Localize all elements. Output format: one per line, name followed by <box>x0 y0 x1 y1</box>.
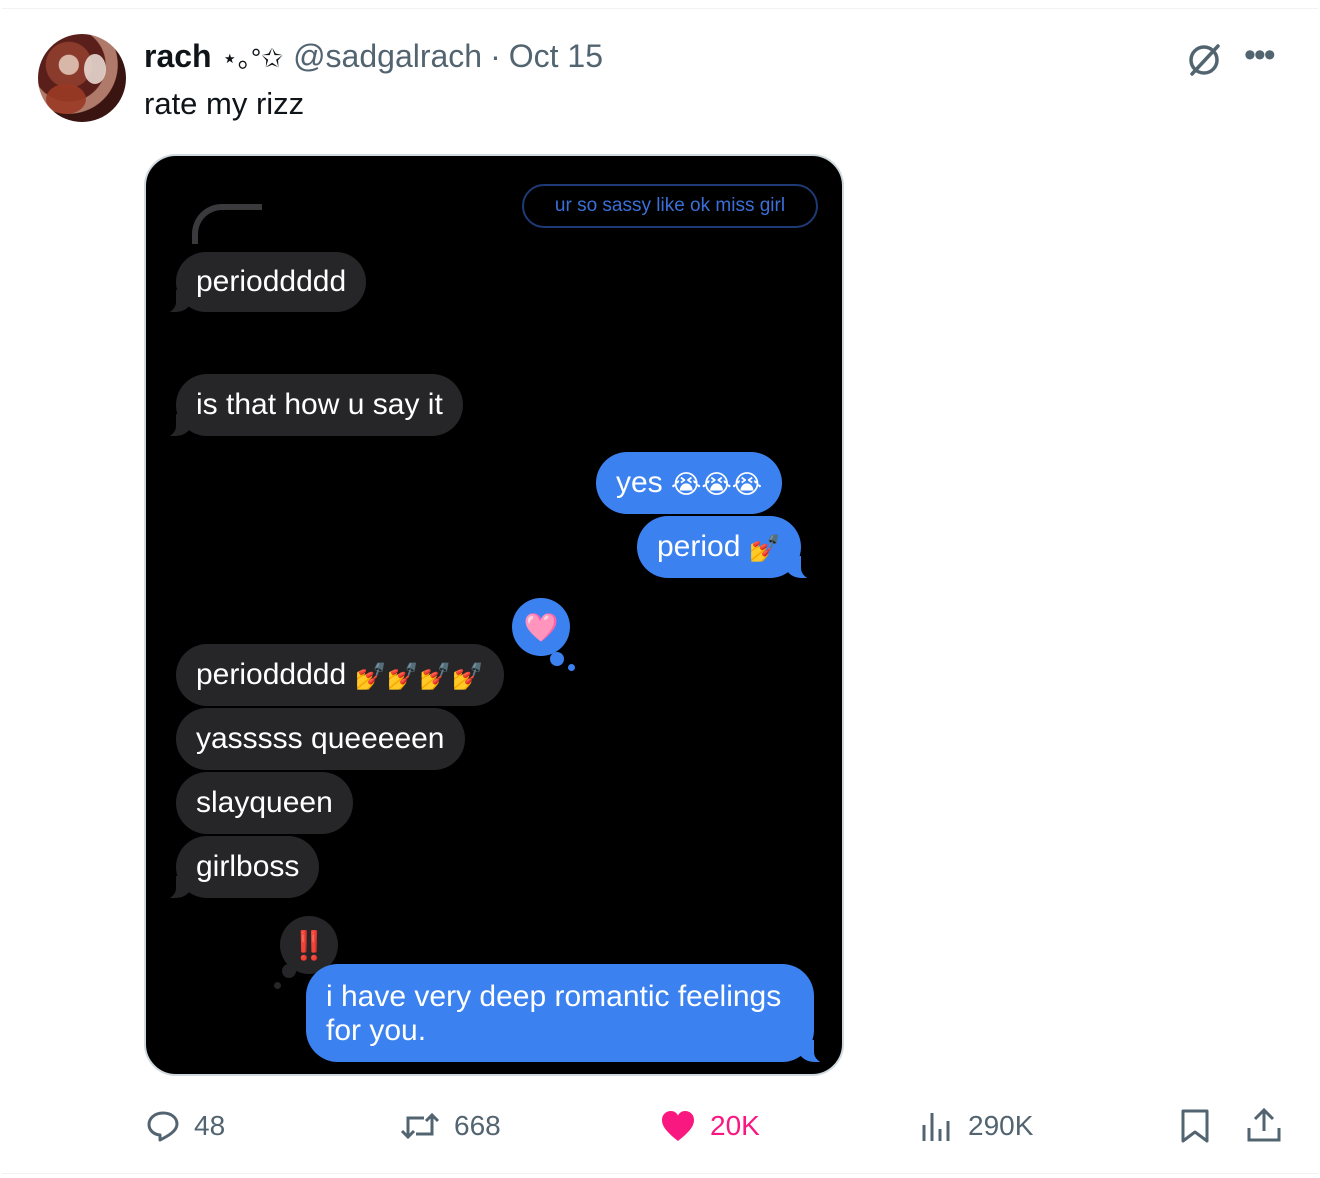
message-incoming: is that how u say it <box>154 374 463 438</box>
author-handle[interactable]: @sadgalrach <box>293 38 482 75</box>
message-text: yes <box>616 466 663 499</box>
tapback-dot <box>282 964 296 978</box>
message-outgoing: i have very deep romantic feelings for y… <box>306 964 836 1064</box>
message-incoming: perioddddd <box>153 252 367 314</box>
repost-icon <box>400 1112 440 1140</box>
reply-count: 48 <box>194 1110 226 1141</box>
repost-button[interactable]: 668 <box>400 1100 501 1152</box>
tapback-dot <box>274 982 281 989</box>
message-incoming: perioddddd 💅💅💅💅 <box>176 644 504 706</box>
message-text-line: i have very deep romantic feelings <box>326 980 782 1013</box>
nail-polish-emoji: 💅💅💅💅 <box>354 661 484 692</box>
message-text: perioddddd <box>196 658 347 691</box>
tweet-actions: 48 668 20K 290K <box>0 1100 1320 1152</box>
view-count: 290K <box>968 1110 1034 1141</box>
tweet-text: rate my rizz <box>144 86 305 121</box>
nail-polish-emoji: 💅 <box>748 533 782 564</box>
avatar[interactable] <box>38 34 126 122</box>
heart-tapback[interactable]: 🩷 <box>512 598 570 656</box>
views-button[interactable]: 290K <box>920 1100 1033 1152</box>
tweet-date[interactable]: Oct 15 <box>509 38 603 75</box>
separator-dot: · <box>490 37 501 74</box>
share-icon[interactable] <box>1246 1106 1282 1144</box>
like-count: 20K <box>710 1110 760 1141</box>
media-image[interactable]: ur so sassy like ok miss girl perioddddd… <box>144 154 844 1076</box>
author-name-decoration: ⋆｡°✩ <box>221 42 284 73</box>
message-incoming: girlboss <box>153 836 320 900</box>
more-icon[interactable]: ••• <box>1244 38 1284 76</box>
like-button[interactable]: 20K <box>660 1100 760 1152</box>
message-text: period <box>657 530 741 563</box>
message-outgoing: yes 😭😭😭 <box>596 452 783 514</box>
repost-count: 668 <box>454 1110 501 1141</box>
message-text-line: for you. <box>326 1014 427 1047</box>
tapback-dot <box>550 652 564 666</box>
crying-emoji: 😭😭😭 <box>671 469 763 500</box>
message-outgoing: period 💅 <box>637 516 824 580</box>
views-icon <box>922 1113 950 1141</box>
avatar-hair <box>46 84 86 114</box>
message-incoming: yasssss queeeeen <box>176 708 465 770</box>
tweet-header: rach ⋆｡°✩ @sadgalrach · Oct 15 <box>144 36 603 76</box>
grok-icon[interactable] <box>1184 40 1224 80</box>
author-name[interactable]: rach <box>144 38 212 75</box>
reply-button[interactable]: 48 <box>146 1100 225 1152</box>
reply-icon <box>147 1111 179 1142</box>
bookmark-icon[interactable] <box>1180 1108 1210 1144</box>
tapback-dot <box>568 664 575 671</box>
reply-thread-line <box>192 204 262 244</box>
avatar-highlight <box>84 54 106 84</box>
quoted-reply-bubble: ur so sassy like ok miss girl <box>522 184 818 228</box>
message-incoming: slayqueen <box>176 772 353 834</box>
heart-icon <box>662 1111 694 1141</box>
